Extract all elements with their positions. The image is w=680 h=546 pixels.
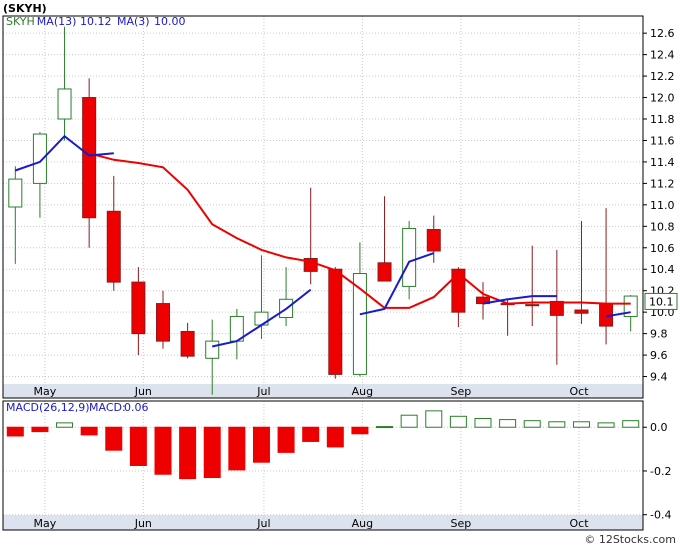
candle-down <box>328 268 343 375</box>
macd-bar-negative <box>302 426 320 442</box>
candle-up <box>57 88 72 120</box>
macd-bar-negative <box>6 426 24 437</box>
macd-bar-negative <box>277 426 295 453</box>
macd-bar-negative <box>105 426 123 451</box>
macd-bar-positive <box>400 414 418 428</box>
macd-axis-band <box>3 515 643 530</box>
price-tick-label: 10.6 <box>650 242 675 255</box>
price-plot-area <box>3 16 643 398</box>
price-month-label: Jul <box>256 385 270 398</box>
macd-tick-label: -0.2 <box>650 465 671 478</box>
macd-legend-item: 0.06 <box>124 401 149 414</box>
price-month-label: Oct <box>569 385 589 398</box>
price-legend-item: MA(3) <box>117 15 150 28</box>
macd-bar-positive <box>499 419 517 428</box>
candle-down <box>426 229 441 252</box>
macd-bar-positive <box>376 426 394 429</box>
macd-legend-item: MACD(26,12,9) <box>6 401 90 414</box>
candle-down <box>106 210 121 283</box>
price-legend-item: SKYH <box>6 15 35 28</box>
macd-tick-label: -0.4 <box>650 509 671 522</box>
macd-bar-positive <box>449 415 467 428</box>
macd-bar-negative <box>179 426 197 480</box>
price-tick-label: 12.2 <box>650 70 675 83</box>
macd-month-label: Jul <box>256 517 270 530</box>
price-month-label: Sep <box>450 385 471 398</box>
candle-down <box>180 330 195 357</box>
macd-bar-negative <box>351 426 369 435</box>
macd-bar-negative <box>252 426 270 463</box>
macd-bar-negative <box>154 426 172 475</box>
price-month-label: Aug <box>352 385 373 398</box>
price-tick-label: 9.8 <box>650 328 668 341</box>
price-axis-band <box>3 384 643 398</box>
macd-month-label: Sep <box>450 517 471 530</box>
macd-legend-item: MACD: <box>89 401 126 414</box>
macd-bar-negative <box>129 426 147 466</box>
price-month-label: Jun <box>134 385 152 398</box>
stock-chart: 12.6 12.4 12.2 12.0 11.8 11.6 11.4 11.2 11.0 10.8… <box>2 2 678 546</box>
macd-bar-negative <box>228 426 246 471</box>
copyright-text: © 12Stocks.com <box>584 533 676 546</box>
price-tick-label: 11.2 <box>650 177 675 190</box>
macd-month-label: Jun <box>134 517 152 530</box>
price-tick-label: 11.6 <box>650 134 675 147</box>
macd-bar-positive <box>425 410 443 428</box>
price-tick-label: 12.4 <box>650 49 675 62</box>
macd-month-label: Aug <box>352 517 373 530</box>
macd-bar-positive <box>572 421 590 428</box>
candle-up <box>32 133 47 184</box>
macd-bar-positive <box>622 420 640 428</box>
price-tick-label: 11.0 <box>650 199 675 212</box>
candle-down <box>82 97 97 219</box>
candle-down <box>131 281 146 335</box>
page-title: (SKYH) <box>3 2 47 15</box>
candle-down <box>525 304 540 307</box>
price-tick-label: 9.4 <box>650 371 668 384</box>
macd-bar-negative <box>203 426 221 479</box>
macd-bar-negative <box>326 426 344 448</box>
price-legend-item: MA(13) <box>37 15 77 28</box>
price-month-label: May <box>33 385 56 398</box>
macd-bar-positive <box>474 417 492 428</box>
candle-down <box>451 268 466 313</box>
price-tick-label: 10.4 <box>650 263 675 276</box>
candle-down <box>156 303 170 342</box>
macd-tick-label: 0.0 <box>650 421 668 434</box>
price-tick-label: 10.8 <box>650 220 675 233</box>
price-legend-item: 10.00 <box>154 15 186 28</box>
macd-bar-negative <box>80 426 98 436</box>
candle-down <box>574 309 589 314</box>
price-tick-label: 11.8 <box>650 113 675 126</box>
price-tick-label: 12.6 <box>650 27 675 40</box>
candle-down <box>377 262 392 282</box>
macd-bar-negative <box>31 426 49 433</box>
macd-plot-area <box>3 401 643 530</box>
price-tick-label: 9.6 <box>650 349 668 362</box>
last-price-label: 10.1 <box>649 295 674 308</box>
price-legend-item: 10.12 <box>80 15 112 28</box>
candle-up <box>402 227 417 287</box>
macd-bar-positive <box>597 422 615 428</box>
macd-bar-positive <box>56 422 74 428</box>
price-tick-label: 12.0 <box>650 92 675 105</box>
macd-bar-positive <box>523 420 541 428</box>
macd-bar-positive <box>548 421 566 428</box>
candle-down <box>549 300 564 316</box>
candle-up <box>205 340 220 359</box>
macd-month-label: May <box>33 517 56 530</box>
macd-month-label: Oct <box>569 517 589 530</box>
candle-up <box>8 178 23 208</box>
price-tick-label: 11.4 <box>650 156 675 169</box>
